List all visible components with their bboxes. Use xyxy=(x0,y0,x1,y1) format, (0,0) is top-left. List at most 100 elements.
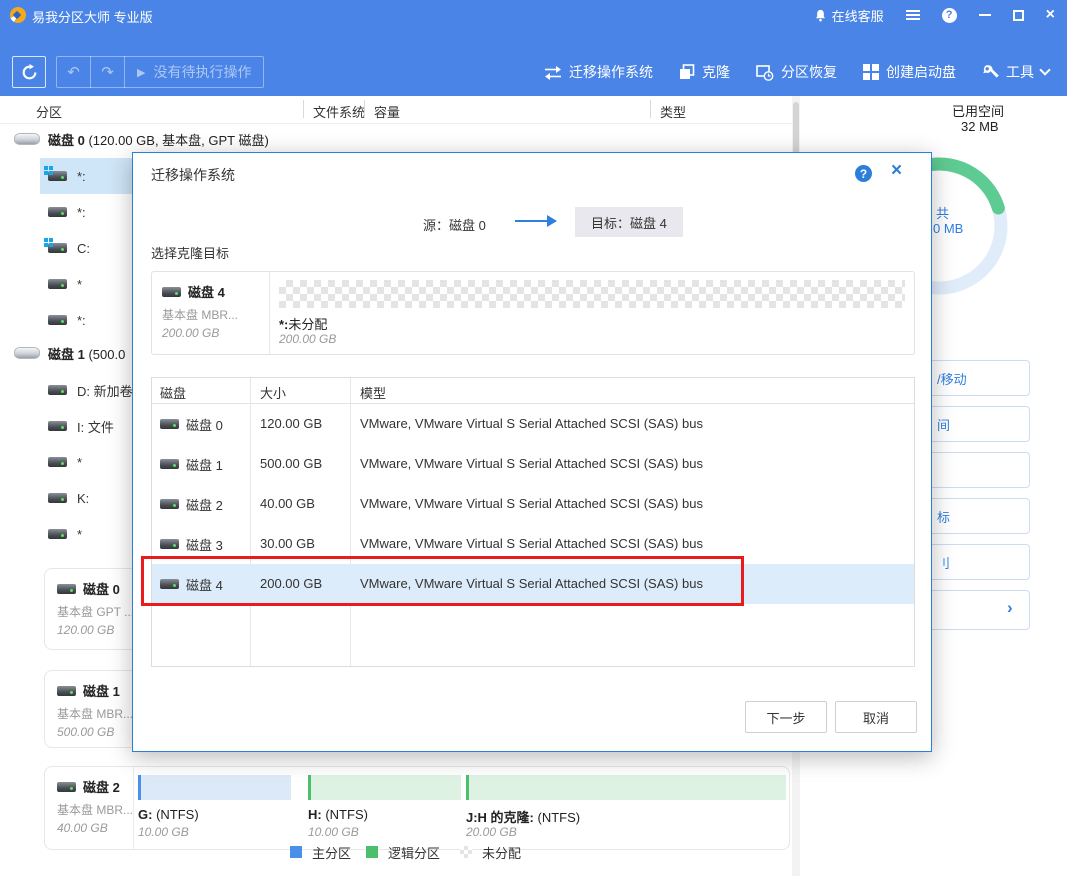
legend-primary: 主分区 xyxy=(290,844,351,860)
undo-button[interactable]: ↶ xyxy=(57,63,90,81)
drive-icon xyxy=(160,459,179,469)
table-row-disk0[interactable]: 磁盘 0 120.00 GB VMware, VMware Virtual S … xyxy=(152,404,914,444)
preview-disk-name: 磁盘 4 xyxy=(188,282,225,301)
app-header: 易我分区大师 专业版 在线客服 ? × xyxy=(0,0,1067,96)
partition-size-j: 20.00 GB xyxy=(466,825,517,839)
tree-item-label: C: xyxy=(77,241,90,256)
redo-icon: ↷ xyxy=(101,64,114,81)
partition-icon xyxy=(48,529,67,539)
partition-bar-g[interactable] xyxy=(138,775,291,800)
partition-icon xyxy=(48,315,67,325)
partition-label-h: H: (NTFS) xyxy=(308,807,368,822)
column-capacity: 容量 xyxy=(374,102,400,121)
tree-item-label: *: xyxy=(77,169,86,184)
tree-item-label: * xyxy=(77,455,82,470)
nav-partition-recovery[interactable]: 分区恢复 xyxy=(756,62,837,82)
maximize-icon xyxy=(1013,10,1024,21)
table-row-disk2[interactable]: 磁盘 2 40.00 GB VMware, VMware Virtual S S… xyxy=(152,484,914,524)
refresh-button[interactable] xyxy=(12,56,46,88)
refresh-icon xyxy=(21,64,38,81)
partition-bar-h[interactable] xyxy=(308,775,461,800)
tree-item-label: * xyxy=(77,527,82,542)
tree-item-label: D: 新加卷 xyxy=(77,381,133,400)
partition-size-g: 10.00 GB xyxy=(138,825,189,839)
partition-icon xyxy=(48,243,67,253)
clone-icon xyxy=(679,64,695,80)
used-space-label: 已用空间 xyxy=(952,101,1004,120)
legend-primary-label: 主分区 xyxy=(312,843,351,862)
tree-disk1-header[interactable]: 磁盘 1 (500.0 xyxy=(14,340,125,366)
table-row-disk1[interactable]: 磁盘 1 500.00 GB VMware, VMware Virtual S … xyxy=(152,444,914,484)
disk1-info: (500.0 xyxy=(88,347,125,362)
drive-icon xyxy=(57,584,76,594)
preview-disk-size: 200.00 GB xyxy=(162,326,269,340)
nav-tools-label: 工具 xyxy=(1006,62,1034,82)
disk1-name: 磁盘 1 xyxy=(48,347,85,362)
partition-label-g: G: (NTFS) xyxy=(138,807,199,822)
card-disk-type: 基本盘 GPT ... xyxy=(57,603,133,620)
help-icon[interactable]: ? xyxy=(942,8,957,23)
legend-unallocated: 未分配 xyxy=(460,844,521,860)
disk-card-2[interactable]: 磁盘 2 基本盘 MBR... 40.00 GB G: (NTFS) 10.00… xyxy=(44,766,790,850)
legend-logical-label: 逻辑分区 xyxy=(388,843,440,862)
disk-icon xyxy=(14,133,40,145)
partition-icon xyxy=(48,493,67,503)
create-boot-disk-icon xyxy=(863,64,879,80)
nav-partition-recovery-label: 分区恢复 xyxy=(781,62,837,82)
column-filesystem: 文件系统 xyxy=(313,102,365,121)
column-type: 类型 xyxy=(660,102,686,121)
close-button[interactable]: × xyxy=(1046,7,1055,23)
bell-icon xyxy=(814,9,827,22)
app-logo-icon xyxy=(10,7,26,23)
migrate-os-dialog: 迁移操作系统 ? × 源：磁盘 0 目标：磁盘 4 选择克隆目标 磁盘 4 基本… xyxy=(132,152,932,752)
toolbar-nav: 迁移操作系统 克隆 分区恢复 xyxy=(544,54,1049,90)
card-disk-size: 120.00 GB xyxy=(57,623,133,637)
dialog-close-button[interactable]: × xyxy=(891,161,902,180)
preview-partition-size: 200.00 GB xyxy=(279,332,336,346)
drive-icon xyxy=(57,686,76,696)
play-icon: ▶ xyxy=(137,66,145,79)
drive-icon xyxy=(162,287,181,297)
tree-item-label: *: xyxy=(77,205,86,220)
partition-icon xyxy=(48,457,67,467)
partition-label-j: J:H 的克隆: (NTFS) xyxy=(466,807,580,826)
next-button[interactable]: 下一步 xyxy=(745,701,827,733)
table-header-model: 模型 xyxy=(360,383,386,402)
nav-migrate-os[interactable]: 迁移操作系统 xyxy=(544,62,653,82)
cancel-button[interactable]: 取消 xyxy=(835,701,917,733)
disk0-info: (120.00 GB, 基本盘, GPT 磁盘) xyxy=(88,133,268,148)
card-disk-size: 40.00 GB xyxy=(57,821,133,835)
tree-disk0-header[interactable]: 磁盘 0 (120.00 GB, 基本盘, GPT 磁盘) xyxy=(14,126,269,152)
table-header-disk: 磁盘 xyxy=(160,383,186,402)
redo-button[interactable]: ↷ xyxy=(91,63,124,81)
dialog-help-icon[interactable]: ? xyxy=(855,165,872,182)
nav-create-boot-disk[interactable]: 创建启动盘 xyxy=(863,62,956,82)
legend-logical: 逻辑分区 xyxy=(366,844,440,860)
source-disk-label: 源：磁盘 0 xyxy=(423,215,486,234)
nav-tools[interactable]: 工具 xyxy=(982,62,1049,82)
execute-operations-button[interactable]: ▶ 没有待执行操作 xyxy=(125,62,251,82)
used-space-value: 32 MB xyxy=(961,119,999,134)
online-support-button[interactable]: 在线客服 xyxy=(814,6,884,25)
card-disk-name: 磁盘 0 xyxy=(83,579,120,598)
nav-clone-label: 克隆 xyxy=(702,62,730,82)
tree-item-label: * xyxy=(77,277,82,292)
partition-bar-j[interactable] xyxy=(466,775,786,800)
app-title: 易我分区大师 专业版 xyxy=(32,7,153,26)
menu-icon[interactable] xyxy=(906,10,920,20)
titlebar: 易我分区大师 专业版 在线客服 ? × xyxy=(0,0,1067,30)
annotation-highlight-box xyxy=(141,556,744,606)
target-disk-chip: 目标：磁盘 4 xyxy=(575,207,683,237)
card-disk-name: 磁盘 1 xyxy=(83,681,120,700)
legend-unallocated-label: 未分配 xyxy=(482,843,521,862)
nav-clone[interactable]: 克隆 xyxy=(679,62,730,82)
maximize-button[interactable] xyxy=(1013,10,1024,21)
pending-operations-group: ↶ ↷ ▶ 没有待执行操作 xyxy=(56,56,264,88)
minimize-button[interactable] xyxy=(979,14,991,16)
list-header: 分区 文件系统 容量 类型 xyxy=(0,96,792,124)
undo-icon: ↶ xyxy=(67,64,80,81)
logical-partition-swatch xyxy=(366,846,378,858)
partition-icon xyxy=(48,421,67,431)
action-label: 间 xyxy=(937,415,950,434)
tree-item-label: I: 文件 xyxy=(77,417,114,436)
